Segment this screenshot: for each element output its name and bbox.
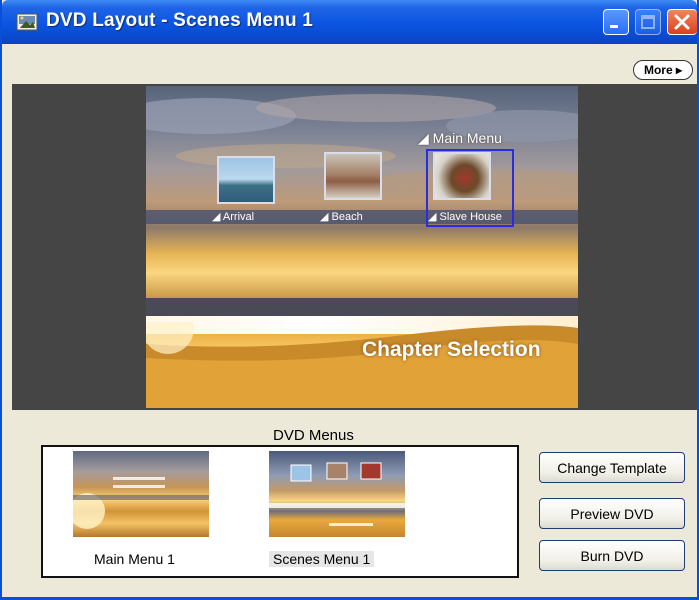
scene-label-slave-house[interactable]: ◢ Slave House (428, 210, 502, 224)
maximize-button[interactable] (635, 9, 661, 35)
menu-preview-area: ◢ Arrival ◢ Beach ◢ Slave House ◢ Main M… (12, 84, 697, 410)
dvd-layout-window: DVD Layout - Scenes Menu 1 More ▸ ◢ Arri… (0, 0, 699, 600)
menu-caption-main-menu[interactable]: Main Menu 1 (94, 551, 175, 567)
scene-thumbnail-beach[interactable] (324, 152, 382, 200)
menu-thumbnail-main-menu[interactable] (73, 451, 209, 537)
burn-dvd-button[interactable]: Burn DVD (539, 540, 685, 571)
minimize-button[interactable] (603, 9, 629, 35)
scene-thumbnail-arrival[interactable] (217, 156, 275, 204)
title-bar[interactable]: DVD Layout - Scenes Menu 1 (2, 0, 697, 44)
close-button[interactable] (667, 9, 697, 35)
change-template-button[interactable]: Change Template (539, 452, 685, 483)
main-menu-preview-graphic (73, 477, 209, 529)
dvd-menus-heading: DVD Menus (273, 427, 354, 444)
main-menu-link[interactable]: ◢ Main Menu (418, 130, 502, 147)
sunset-hill-graphic (146, 322, 578, 408)
window-title: DVD Layout - Scenes Menu 1 (46, 10, 314, 31)
menu-caption-scenes-menu[interactable]: Scenes Menu 1 (269, 551, 375, 567)
preview-dvd-button[interactable]: Preview DVD (539, 498, 685, 529)
chapter-selection-title: Chapter Selection (362, 338, 541, 361)
scenes-menu-canvas: ◢ Arrival ◢ Beach ◢ Slave House ◢ Main M… (146, 86, 578, 408)
maximize-icon (641, 15, 655, 29)
scene-label-beach[interactable]: ◢ Beach (320, 210, 363, 224)
minimize-icon (610, 25, 618, 28)
menu-thumbnail-scenes-menu[interactable] (269, 451, 405, 537)
scene-label-arrival[interactable]: ◢ Arrival (212, 210, 254, 224)
more-button[interactable]: More ▸ (633, 60, 693, 80)
decorative-dark-band (146, 298, 578, 316)
close-icon (674, 14, 690, 30)
scenes-menu-preview-graphic (269, 462, 405, 526)
dvd-app-icon (16, 13, 38, 31)
dvd-menus-panel: Main Menu 1 Scenes Menu 1 (41, 445, 519, 578)
